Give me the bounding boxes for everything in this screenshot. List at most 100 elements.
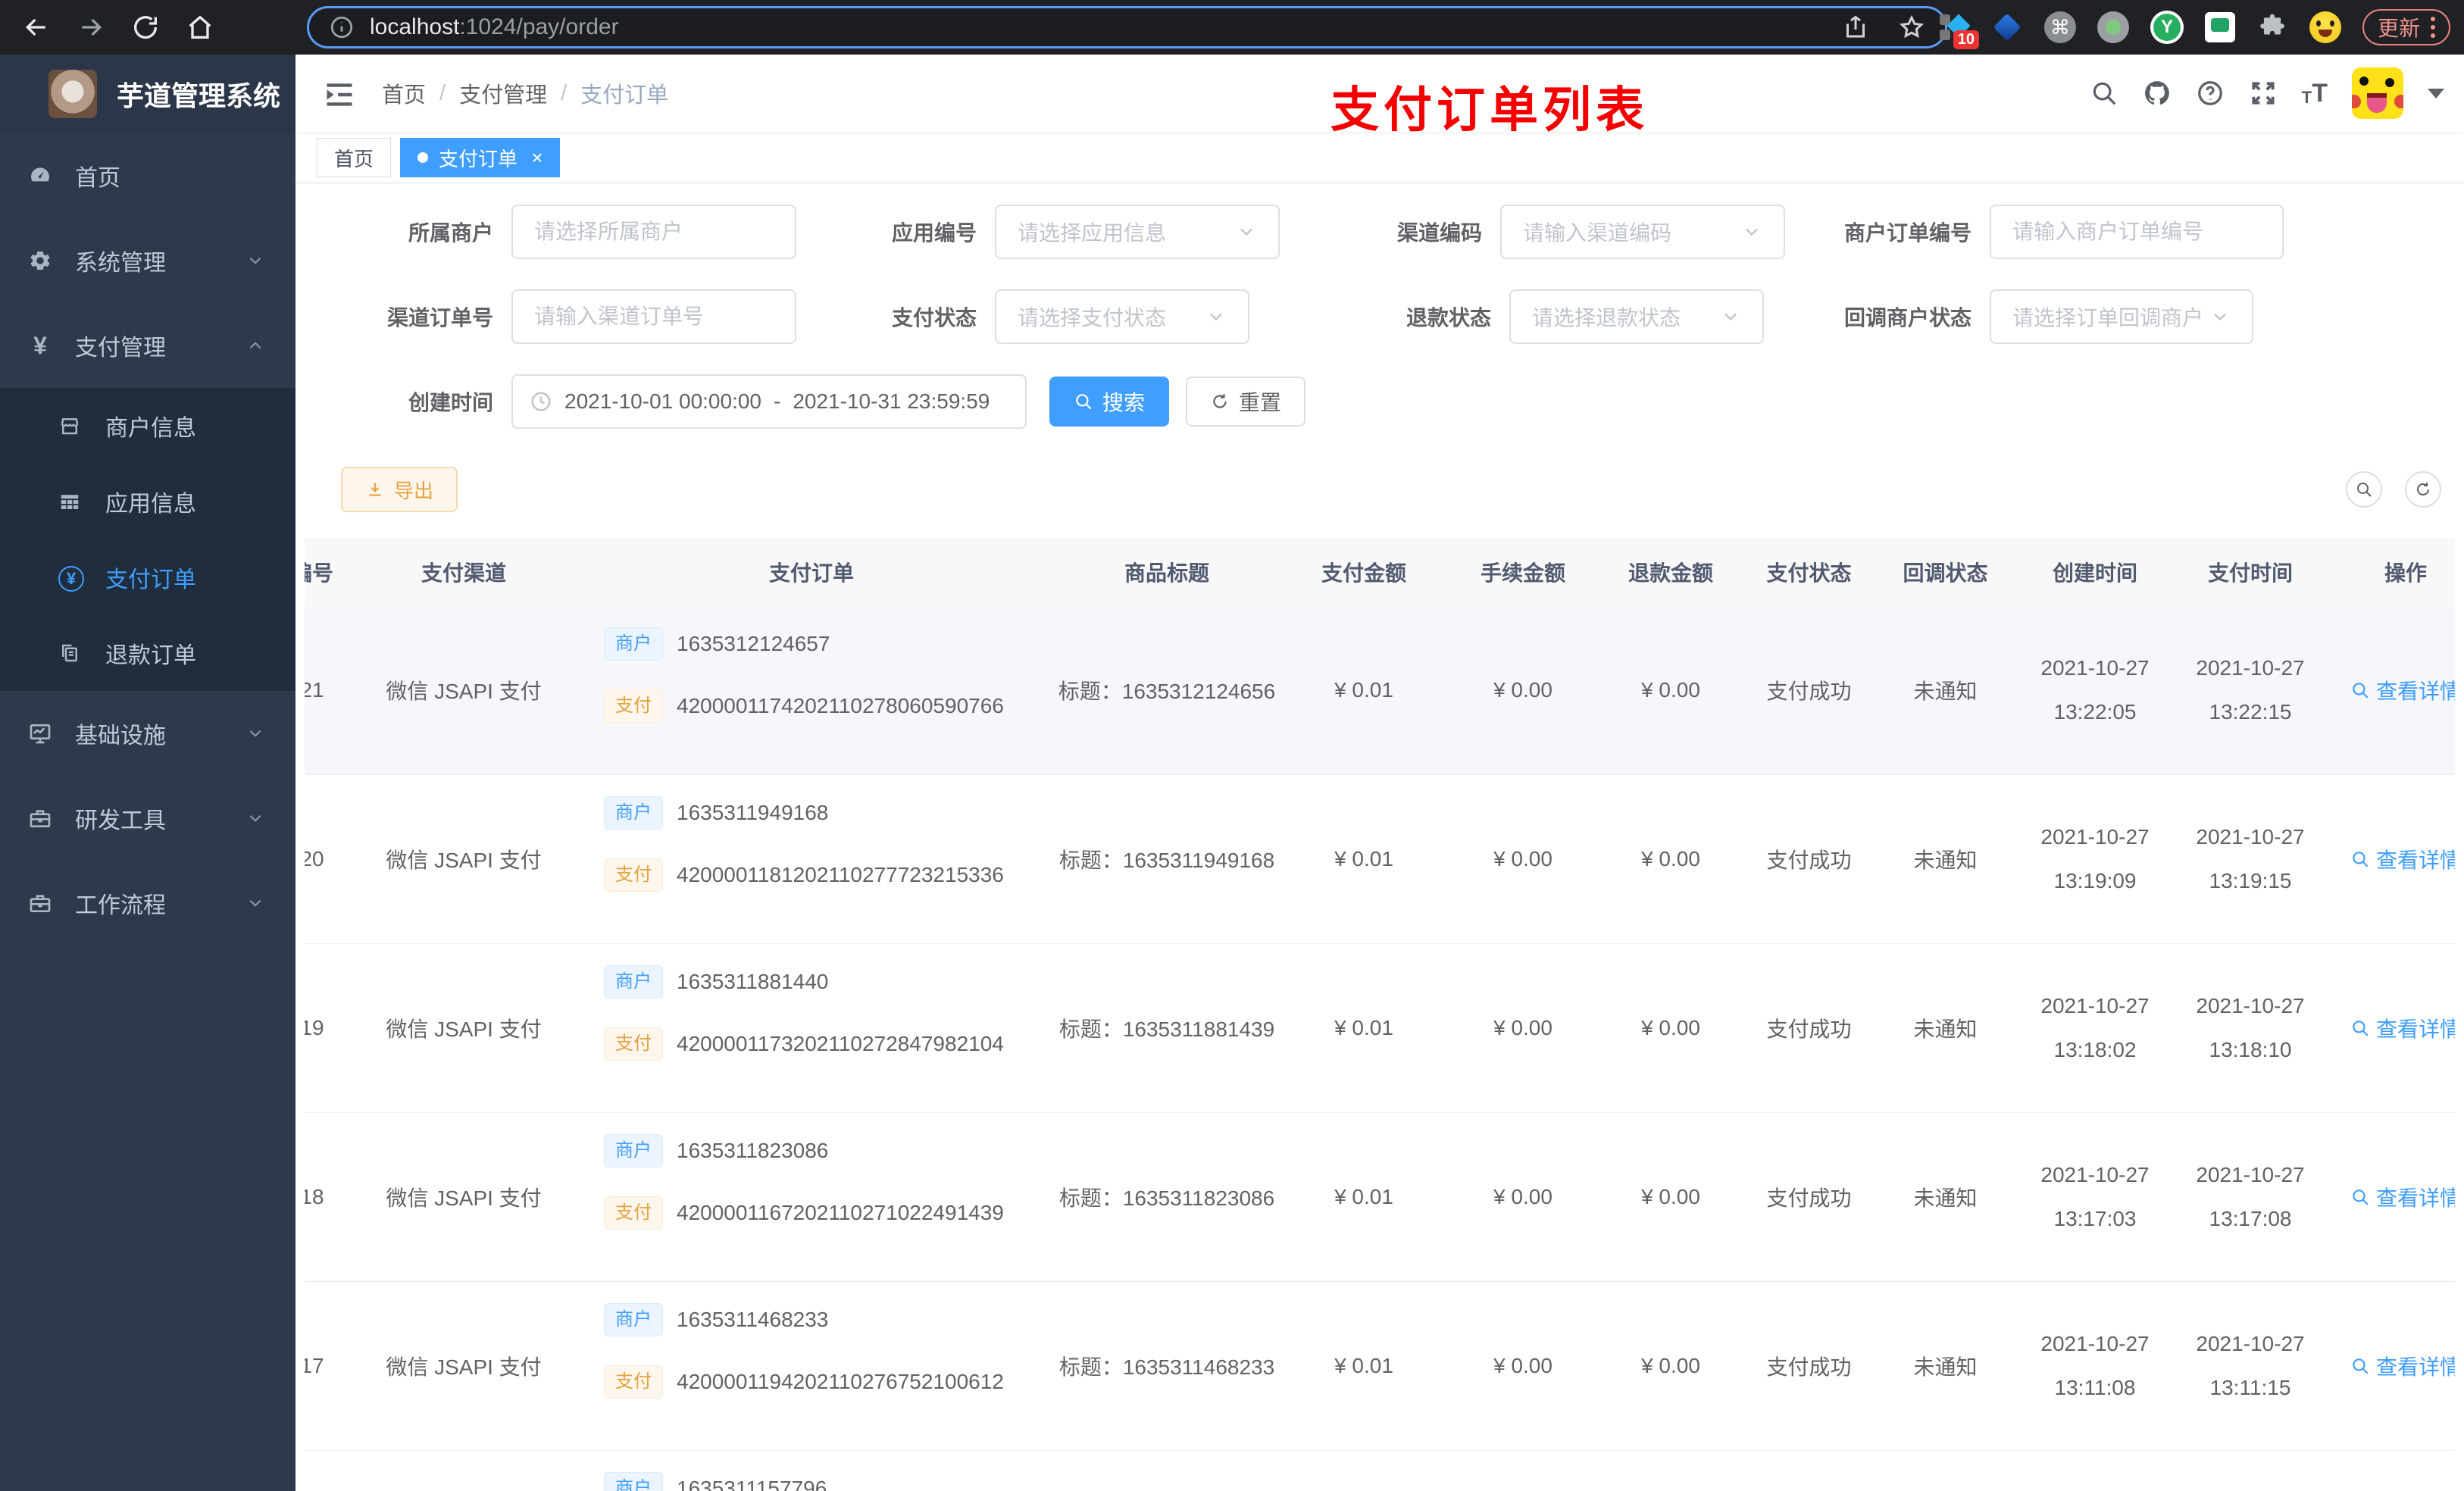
cell-order: 商户 1635311949168 支付 4200001181202110277723… — [570, 775, 1053, 943]
github-icon[interactable] — [2143, 79, 2172, 108]
pay-submenu: 商户信息 应用信息 支付订单 退款订单 — [0, 388, 295, 691]
notify-status-select[interactable]: 请选择订单回调商户状态 — [1990, 289, 2253, 344]
view-detail-link[interactable]: 查看详情 — [2350, 844, 2455, 874]
app-logo[interactable]: 芋道管理系统 — [0, 55, 295, 133]
sidebar-item-pay-order[interactable]: 支付订单 — [0, 539, 295, 615]
sidebar-item-merchant-info[interactable]: 商户信息 — [0, 388, 295, 464]
info-icon[interactable] — [329, 14, 355, 40]
view-detail-link[interactable]: 查看详情 — [2350, 1182, 2455, 1212]
cell-pay-time — [2175, 1451, 2326, 1491]
search-button[interactable]: 搜索 — [1049, 377, 1170, 427]
filter-label: 渠道编码 — [1396, 221, 1482, 245]
view-detail-link[interactable]: 查看详情 — [2350, 1013, 2455, 1043]
cell-id: 18 — [305, 1185, 324, 1208]
extension-chat-icon[interactable] — [2204, 12, 2235, 42]
extension-badge-icon[interactable]: 10 — [1938, 11, 1979, 49]
extensions-puzzle-icon[interactable] — [2256, 11, 2288, 43]
browser-profile-avatar[interactable] — [2309, 11, 2341, 43]
tab-pay-order[interactable]: 支付订单 — [400, 138, 561, 177]
user-menu-caret-icon[interactable] — [2428, 88, 2444, 98]
chrome-update-label: 更新 — [2377, 17, 2420, 40]
sidebar-item-app-info[interactable]: 应用信息 — [0, 464, 295, 539]
sidebar-item-dev-tools[interactable]: 研发工具 — [0, 776, 295, 861]
table-row[interactable]: 18 微信 JSAPI 支付 商户 1635311823086 支付 4200001… — [305, 1113, 2455, 1282]
filter-label: 渠道订单号 — [386, 306, 493, 330]
create-time-range-picker[interactable]: 2021-10-01 00:00:00 - 2021-10-31 23:59:5… — [511, 374, 1027, 429]
date-start: 2021-10-01 00:00:00 — [564, 389, 761, 413]
sidebar-item-home[interactable]: 首页 — [0, 133, 295, 218]
chevron-down-icon — [2214, 313, 2226, 321]
user-avatar[interactable] — [2352, 67, 2403, 119]
fullscreen-icon[interactable] — [2249, 79, 2278, 108]
refresh-table-button[interactable] — [2405, 471, 2441, 508]
merchant-order-no-input[interactable] — [1990, 205, 2284, 259]
chrome-update-button[interactable]: 更新 — [2362, 9, 2450, 45]
reset-button[interactable]: 重置 — [1186, 377, 1306, 427]
cell-create-time: 2021-10-27 13:22:05 — [2040, 656, 2150, 724]
app-select[interactable]: 请选择应用信息 — [995, 205, 1280, 259]
pay-status-select[interactable]: 请选择支付状态 — [995, 289, 1249, 344]
forward-icon[interactable] — [76, 12, 106, 42]
export-button[interactable]: 导出 — [341, 467, 458, 512]
dashboard-icon — [28, 164, 52, 188]
select-placeholder: 请选择应用信息 — [1018, 221, 1167, 245]
col-actions: 操作 — [2384, 561, 2427, 585]
breadcrumb-home[interactable]: 首页 — [382, 77, 426, 109]
cell-refund-amount: ¥ 0.00 — [1641, 1016, 1700, 1039]
cell-actions: 查看详情 — [2326, 1282, 2455, 1450]
cell-pay-time: 2021-10-27 13:11:15 — [2196, 1332, 2305, 1399]
channel-code-select[interactable]: 请输入渠道编码 — [1500, 205, 1785, 259]
font-size-icon[interactable] — [2302, 79, 2328, 108]
gear-icon — [28, 248, 52, 273]
search-icon — [2353, 1358, 2369, 1374]
cell-pay-time: 2021-10-27 13:19:15 — [2196, 825, 2305, 892]
table-row[interactable]: 20 微信 JSAPI 支付 商户 1635311949168 支付 4200001… — [305, 775, 2455, 944]
table-row[interactable]: 19 微信 JSAPI 支付 商户 1635311881440 支付 4200001… — [305, 944, 2455, 1113]
back-icon[interactable] — [21, 12, 52, 42]
reload-icon[interactable] — [130, 12, 161, 42]
extension-kite-icon[interactable] — [1991, 11, 2023, 43]
table-row[interactable]: 商户 1635311157796 — [305, 1451, 2455, 1491]
cell-title: 标题：1635311823086 — [1058, 1186, 1275, 1210]
help-icon[interactable] — [2196, 79, 2225, 108]
cell-refund-amount: ¥ 0.00 — [1641, 678, 1700, 702]
toggle-search-button[interactable] — [2346, 471, 2382, 508]
extension-record-icon[interactable] — [2097, 11, 2129, 43]
table-row[interactable]: 17 微信 JSAPI 支付 商户 1635311468233 支付 4200001… — [305, 1282, 2455, 1451]
yen-icon — [28, 333, 52, 358]
sidebar-item-pay[interactable]: 支付管理 — [0, 303, 295, 388]
sidebar-item-workflow[interactable]: 工作流程 — [0, 861, 295, 946]
view-detail-link[interactable]: 查看详情 — [2350, 675, 2455, 705]
sidebar-item-infra[interactable]: 基础设施 — [0, 691, 295, 776]
bookmark-star-icon[interactable] — [1898, 14, 1925, 41]
view-detail-link[interactable]: 查看详情 — [2350, 1351, 2455, 1381]
home-icon[interactable] — [185, 12, 215, 42]
search-icon[interactable] — [2090, 79, 2118, 108]
breadcrumb-pay[interactable]: 支付管理 — [459, 77, 547, 109]
cell-fee-amount: ¥ 0.00 — [1493, 678, 1553, 702]
cell-create-time: 2021-10-27 13:19:09 — [2040, 825, 2150, 892]
url-bar[interactable]: localhost:1024/pay/order — [307, 6, 1947, 48]
extension-y-icon[interactable] — [2150, 11, 2184, 44]
cell-id: 21 — [305, 678, 324, 702]
extension-command-icon[interactable] — [2043, 11, 2076, 43]
share-icon[interactable] — [1842, 14, 1869, 41]
table-row[interactable]: 21 微信 JSAPI 支付 商户 1635312124657 支付 4200001… — [305, 606, 2455, 775]
merchant-input[interactable] — [511, 205, 796, 259]
col-pay-time: 支付时间 — [2207, 561, 2293, 585]
channel-order-no: 4200001194202110276752100612 — [677, 1370, 1004, 1393]
sidebar: 芋道管理系统 首页 系统管理 支付管理 — [0, 55, 295, 1491]
browser-menu-icon[interactable] — [2431, 17, 2435, 38]
tab-home[interactable]: 首页 — [317, 138, 392, 177]
col-refund-amount: 退款金额 — [1628, 561, 1713, 585]
close-icon[interactable] — [531, 148, 543, 167]
col-pay-amount: 支付金额 — [1321, 561, 1406, 585]
collapse-sidebar-icon[interactable] — [323, 78, 356, 108]
refund-status-select[interactable]: 请选择退款状态 — [1509, 289, 1764, 344]
filter-label: 回调商户状态 — [1843, 306, 1972, 330]
channel-order-no-input[interactable] — [511, 289, 796, 344]
pay-tag: 支付 — [604, 858, 663, 892]
sidebar-item-refund-order[interactable]: 退款订单 — [0, 615, 295, 691]
cell-channel: 微信 JSAPI 支付 — [386, 1017, 542, 1041]
sidebar-item-system[interactable]: 系统管理 — [0, 218, 295, 303]
